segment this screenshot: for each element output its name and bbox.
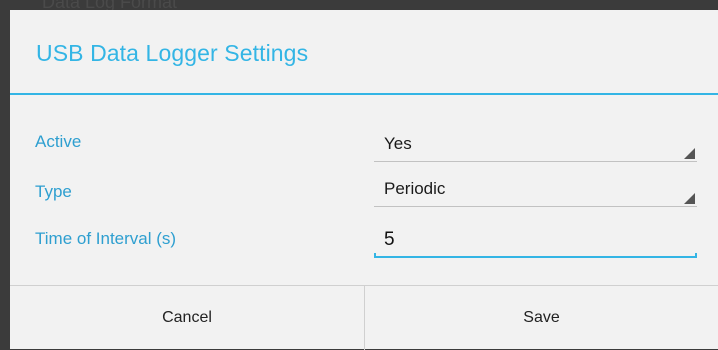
interval-input-value: 5 — [384, 229, 395, 250]
type-spinner-underline — [374, 206, 697, 207]
interval-label: Time of Interval (s) — [35, 229, 177, 248]
dropdown-arrow-icon — [684, 193, 695, 204]
input-right-tick — [695, 253, 697, 258]
dialog-button-bar: Cancel Save — [10, 285, 718, 350]
cancel-button[interactable]: Cancel — [10, 286, 364, 350]
interval-input-underline — [374, 256, 697, 258]
input-left-tick — [374, 253, 376, 258]
dropdown-arrow-icon — [684, 148, 695, 159]
dialog-title: USB Data Logger Settings — [36, 40, 309, 66]
active-spinner-value: Yes — [384, 134, 412, 153]
type-spinner[interactable]: Periodic — [372, 171, 697, 207]
active-spinner-underline — [374, 161, 697, 162]
interval-input[interactable]: 5 — [372, 224, 697, 258]
type-spinner-value: Periodic — [384, 179, 446, 198]
title-divider — [10, 93, 718, 95]
active-label: Active — [35, 132, 82, 151]
usb-data-logger-settings-dialog: USB Data Logger Settings Active Yes Type… — [10, 10, 718, 350]
active-spinner[interactable]: Yes — [372, 126, 697, 162]
save-button[interactable]: Save — [365, 286, 718, 350]
type-label: Type — [35, 182, 72, 201]
